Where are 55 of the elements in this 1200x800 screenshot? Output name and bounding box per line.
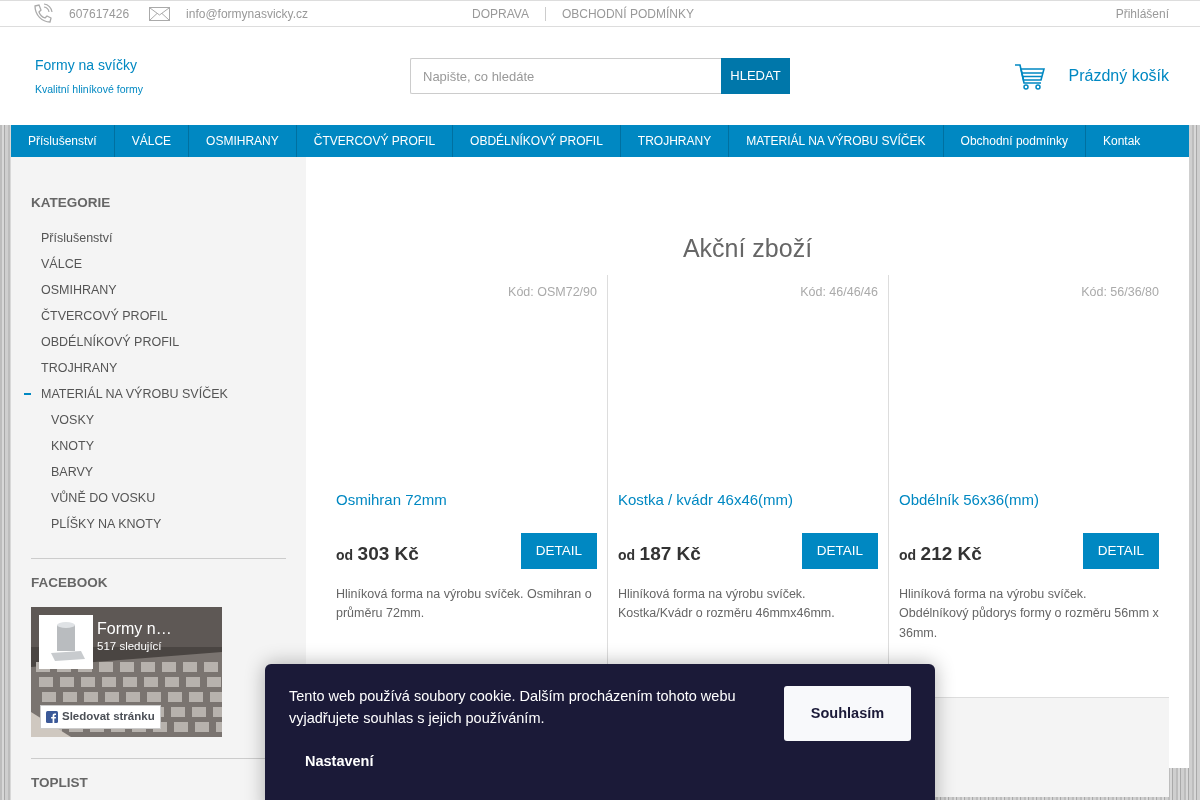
- price: 212 Kč: [920, 543, 982, 565]
- logo-title[interactable]: Formy na svíčky: [35, 54, 410, 76]
- product-name[interactable]: Osmihran 72mm: [336, 488, 597, 533]
- logo-subtitle: Kvalitní hliníkové formy: [35, 81, 144, 97]
- menu-item[interactable]: OBDÉLNÍKOVÝ PROFIL: [453, 125, 621, 157]
- category-link[interactable]: OSMIHRANY: [41, 277, 286, 304]
- menu-item[interactable]: Kontak: [1085, 125, 1141, 157]
- section-heading: KATEGORIE: [31, 195, 112, 212]
- phone-number: 607617426: [69, 5, 130, 23]
- price: 303 Kč: [357, 543, 419, 565]
- product-code: Kód: 56/36/80: [1080, 284, 1159, 301]
- top-link[interactable]: OBCHODNÍ PODMÍNKY: [561, 4, 694, 23]
- category-link[interactable]: TROJHRANY: [41, 355, 286, 382]
- product-description: Hliníková forma na výrobu svíček. Osmihran o průměru 72mm.: [336, 585, 593, 623]
- price-prefix: od: [899, 547, 917, 564]
- cart-link[interactable]: Prázdný košík: [1068, 64, 1169, 88]
- mail-icon: [149, 6, 171, 21]
- category-link[interactable]: Příslušenství: [41, 225, 286, 252]
- subcategory-link[interactable]: KNOTY: [51, 433, 286, 460]
- price-prefix: od: [618, 547, 636, 564]
- phone-icon: [31, 3, 53, 24]
- product-description: Hliníková forma na výrobu svíček. Obdélníkový půdorys formy o rozměru 56mm x 36mm.: [899, 585, 1159, 642]
- category-link[interactable]: VÁLCE: [41, 251, 286, 278]
- menu-item[interactable]: Obchodní podmínky: [943, 125, 1086, 157]
- section-heading: TOPLIST: [31, 775, 89, 792]
- login-link[interactable]: Přihlášení: [1115, 4, 1169, 23]
- search-field[interactable]: Napište, co hledáte: [410, 58, 721, 94]
- subcategory-link[interactable]: VŮNĚ DO VOSKU: [51, 485, 286, 512]
- category-link[interactable]: ČTVERCOVÝ PROFIL: [41, 303, 286, 330]
- product-name[interactable]: Kostka / kvádr 46x46(mm): [618, 488, 878, 533]
- price: 187 Kč: [639, 543, 701, 565]
- menu-item[interactable]: TROJHRANY: [620, 125, 730, 157]
- detail-button[interactable]: DETAIL: [1083, 532, 1159, 569]
- menu-item[interactable]: MATERIÁL NA VÝROBU SVÍČEK: [729, 125, 944, 157]
- cookie-text: Tento web používá soubory cookie. Dalším procházením tohoto webu vyjadřujete souhlas s jejich používáním.: [289, 687, 737, 728]
- product-name[interactable]: Obdélník 56x36(mm): [899, 488, 1159, 533]
- email-address: info@formynasvicky.cz: [186, 5, 309, 23]
- subcategory-link[interactable]: BARVY: [51, 459, 286, 486]
- settings-link[interactable]: Nastavení: [305, 751, 374, 773]
- detail-button[interactable]: DETAIL: [802, 532, 878, 569]
- product-code: Kód: OSM72/90: [507, 284, 597, 301]
- top-link[interactable]: DOPRAVA: [472, 4, 529, 23]
- search-button[interactable]: HLEDAT: [721, 58, 790, 94]
- detail-button[interactable]: DETAIL: [521, 532, 597, 569]
- product-code: Kód: 46/46/46: [799, 284, 878, 301]
- price-prefix: od: [336, 547, 354, 564]
- category-link[interactable]: OBDÉLNÍKOVÝ PROFIL: [41, 329, 286, 356]
- subcategory-link[interactable]: VOSKY: [51, 407, 286, 434]
- accept-button[interactable]: Souhlasím: [784, 686, 911, 741]
- cart-icon: [1013, 62, 1045, 90]
- subcategory-link[interactable]: PLÍŠKY NA KNOTY: [51, 511, 286, 538]
- category-link[interactable]: MATERIÁL NA VÝROBU SVÍČEK: [41, 381, 286, 408]
- product-description: Hliníková forma na výrobu svíček. Kostka/Kvádr o rozměru 46mmx46mm.: [618, 585, 836, 623]
- section-title: Akční zboží: [681, 233, 814, 263]
- section-heading: FACEBOOK: [31, 575, 109, 592]
